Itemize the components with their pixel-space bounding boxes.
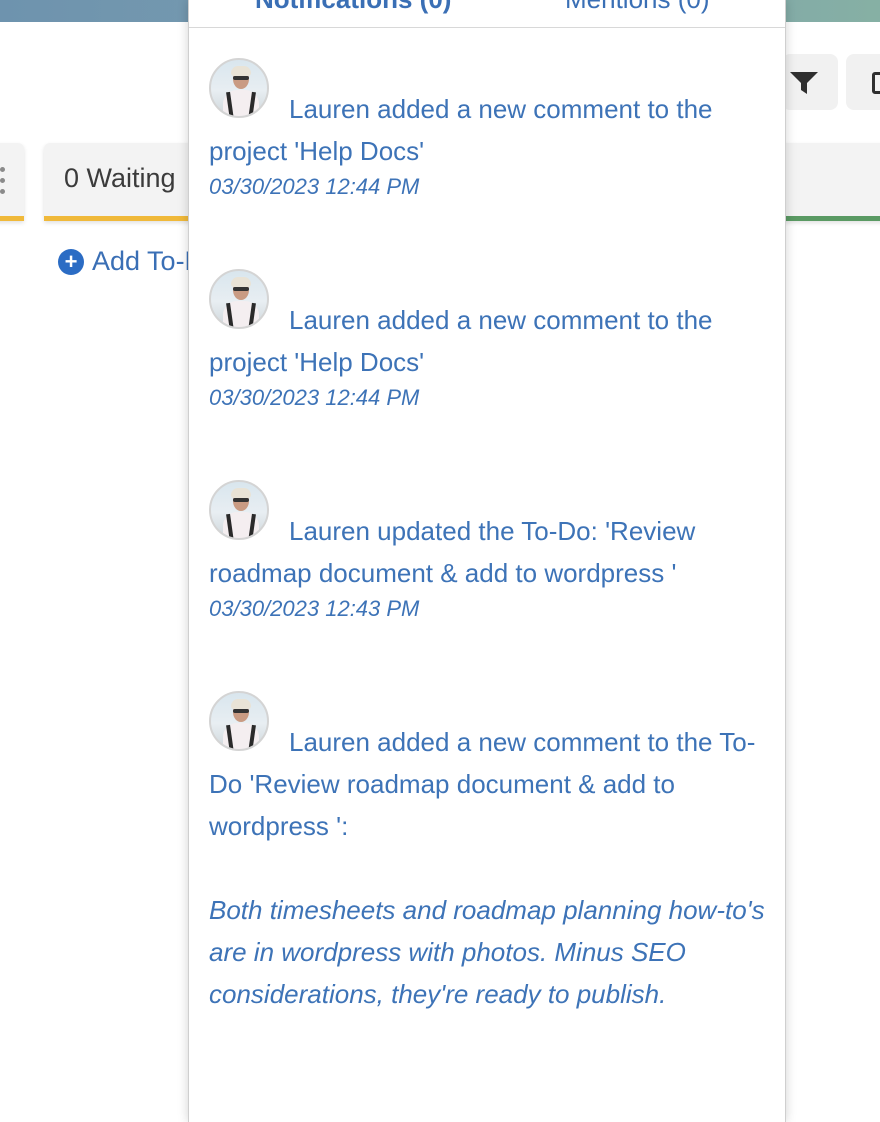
comment-quote: Both timesheets and roadmap planning how… <box>209 895 765 1009</box>
notification-item[interactable]: Lauren added a new comment to the projec… <box>209 269 769 413</box>
tab-notifications[interactable]: Notifications (0) <box>255 0 451 15</box>
notification-timestamp: 03/30/2023 12:44 PM <box>209 385 420 410</box>
tab-mentions[interactable]: Mentions (0) <box>565 0 710 15</box>
board-column-header-previous <box>0 143 24 221</box>
notification-message: Lauren added a new comment to the projec… <box>209 305 713 377</box>
notification-timestamp: 03/30/2023 12:43 PM <box>209 596 420 621</box>
avatar <box>209 58 269 118</box>
notification-message: Lauren added a new comment to the projec… <box>209 94 713 166</box>
calendar-icon <box>872 72 880 94</box>
notification-message: Lauren added a new comment to the To-Do … <box>209 727 756 841</box>
view-toggle-button[interactable] <box>846 54 880 110</box>
avatar <box>209 691 269 751</box>
plus-circle-icon: + <box>58 248 84 275</box>
notification-item[interactable]: Lauren added a new comment to the To-Do … <box>209 691 769 1015</box>
drag-handle-icon[interactable] <box>0 167 6 200</box>
column-title: 0 Waiting <box>64 163 176 193</box>
avatar <box>209 480 269 540</box>
notification-message: Lauren updated the To-Do: 'Review roadma… <box>209 516 696 588</box>
filter-button[interactable] <box>782 54 838 110</box>
notifications-dropdown: Notifications (0) Mentions (0) Lauren ad… <box>188 0 786 1122</box>
notification-timestamp: 03/30/2023 12:44 PM <box>209 174 420 199</box>
board-column-header-waiting[interactable]: 0 Waiting <box>44 143 204 221</box>
notification-item[interactable]: Lauren added a new comment to the projec… <box>209 58 769 202</box>
notification-tabs: Notifications (0) Mentions (0) <box>189 0 785 28</box>
notification-item[interactable]: Lauren updated the To-Do: 'Review roadma… <box>209 480 769 624</box>
avatar <box>209 269 269 329</box>
